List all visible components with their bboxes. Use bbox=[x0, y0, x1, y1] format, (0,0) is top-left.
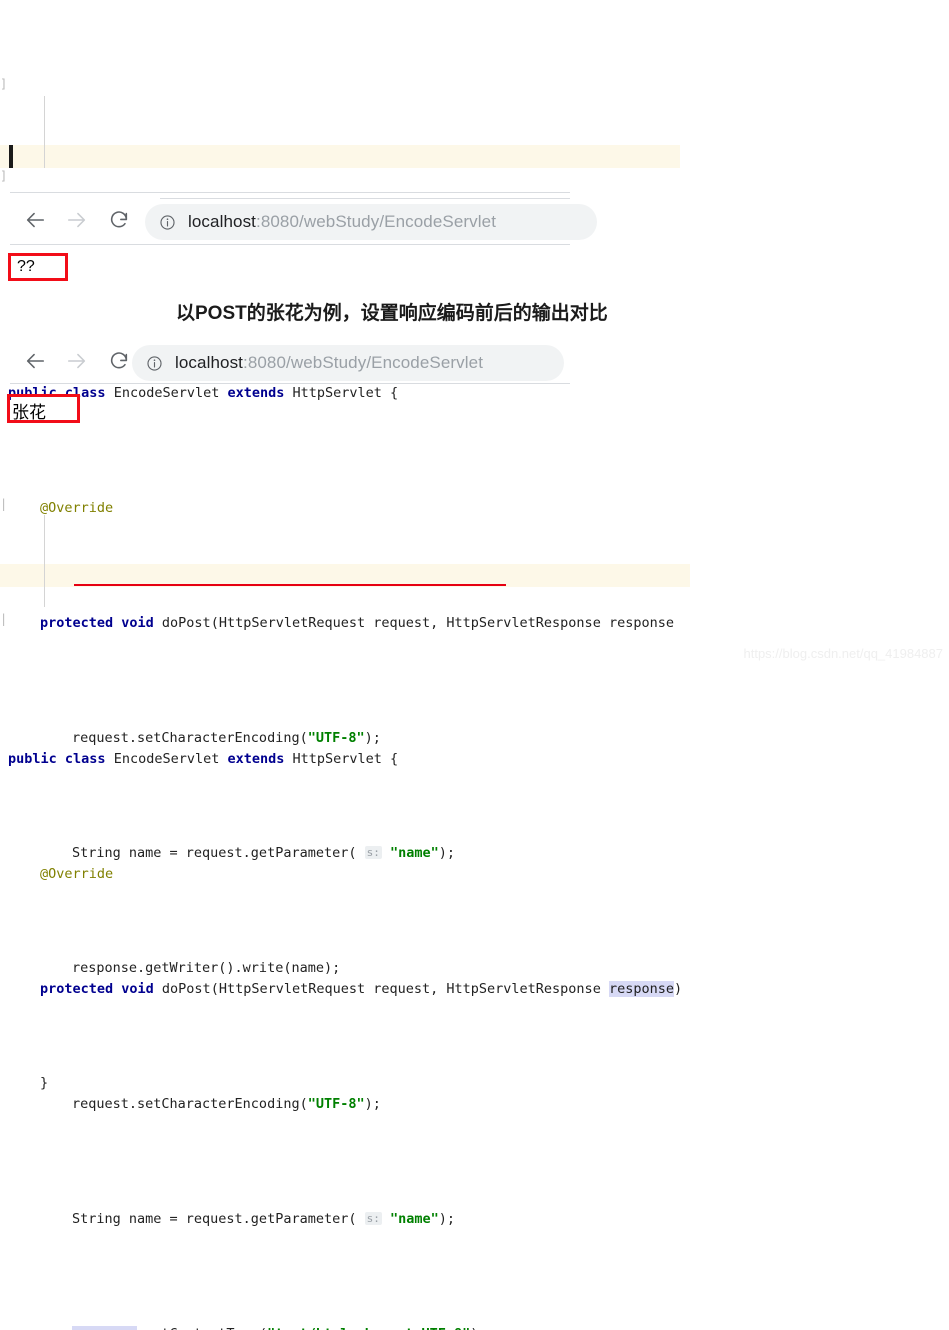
code-line: String name = request.getParameter( s: "… bbox=[0, 1208, 949, 1231]
code-token-selected: response bbox=[609, 981, 674, 997]
browser-top-divider-2 bbox=[160, 198, 570, 199]
reload-button[interactable] bbox=[102, 203, 136, 237]
code-line: protected void doPost(HttpServletRequest… bbox=[0, 978, 949, 1001]
page-info-icon[interactable] bbox=[146, 355, 163, 372]
code-line: public class EncodeServlet extends HttpS… bbox=[0, 748, 949, 771]
code-token-call: request.setCharacterEncoding( bbox=[72, 1096, 308, 1112]
fold-marker-icon[interactable]: ] bbox=[0, 165, 9, 188]
code-token-space bbox=[382, 1211, 390, 1227]
reload-icon bbox=[108, 350, 130, 372]
browser-output-after: 张花 bbox=[12, 398, 46, 423]
code-token-type: HttpServlet { bbox=[293, 751, 399, 767]
back-arrow-icon bbox=[24, 350, 46, 372]
code-token-selected: response bbox=[72, 1326, 137, 1330]
address-bar-before[interactable]: localhost:8080/webStudy/EncodeServlet bbox=[145, 204, 597, 240]
code-token-call: .setContentType( bbox=[137, 1326, 267, 1330]
browser-nav-row bbox=[18, 344, 136, 378]
code-token-punct: ) bbox=[674, 981, 682, 997]
code-token-type: EncodeServlet bbox=[114, 751, 228, 767]
code-line-highlight-band bbox=[0, 145, 680, 168]
code-line: request.setCharacterEncoding("UTF-8"); bbox=[0, 1093, 949, 1116]
code-line: @Override bbox=[0, 863, 949, 886]
back-arrow-icon bbox=[24, 209, 46, 231]
reload-icon bbox=[108, 209, 130, 231]
address-bar-url: localhost:8080/webStudy/EncodeServlet bbox=[175, 353, 483, 373]
browser-top-divider bbox=[10, 192, 570, 193]
browser-window-after: localhost:8080/webStudy/EncodeServlet bbox=[0, 335, 570, 393]
browser-nav-row bbox=[18, 203, 136, 237]
red-underline-marker bbox=[74, 584, 506, 586]
code-token-signature: doPost(HttpServletRequest request, HttpS… bbox=[162, 981, 609, 997]
code-line-highlighted: response.setContentType("text/html;chars… bbox=[0, 1323, 949, 1330]
code-token-string: "text/html;charset=UTF-8" bbox=[267, 1326, 470, 1330]
code-token-punct: ); bbox=[470, 1326, 486, 1330]
browser-bottom-divider bbox=[10, 244, 570, 245]
code-token-punct: ); bbox=[365, 1096, 381, 1112]
back-button[interactable] bbox=[18, 344, 52, 378]
indent-guide bbox=[44, 515, 45, 607]
fold-marker-icon[interactable]: ] bbox=[0, 73, 9, 96]
code-token-keyword: extends bbox=[227, 751, 292, 767]
page-info-icon[interactable] bbox=[159, 214, 176, 231]
code-block-after: | | public class EncodeServlet extends H… bbox=[0, 449, 949, 1330]
back-button[interactable] bbox=[18, 203, 52, 237]
browser-window-before: localhost:8080/webStudy/EncodeServlet bbox=[0, 186, 600, 246]
code-token-punct: ); bbox=[439, 1211, 455, 1227]
code-token-keyword: protected void bbox=[40, 981, 162, 997]
url-path: :8080/webStudy/EncodeServlet bbox=[256, 212, 496, 231]
forward-arrow-icon bbox=[66, 209, 88, 231]
code-token-annotation: @Override bbox=[40, 866, 113, 882]
figure-caption: 以POST的张花为例，设置响应编码前后的输出对比 bbox=[176, 298, 608, 325]
editor-caret bbox=[9, 145, 13, 168]
code-token-call: String name = request.getParameter( bbox=[72, 1211, 365, 1227]
forward-button[interactable] bbox=[60, 203, 94, 237]
watermark: https://blog.csdn.net/qq_41984887 bbox=[744, 646, 944, 661]
url-path: :8080/webStudy/EncodeServlet bbox=[243, 353, 483, 372]
indent-guide bbox=[44, 96, 45, 168]
code-token-keyword: class bbox=[65, 751, 114, 767]
code-token-string: "name" bbox=[390, 1211, 439, 1227]
url-host: localhost bbox=[188, 212, 256, 231]
fold-marker-icon[interactable]: | bbox=[0, 493, 9, 516]
browser-bottom-divider bbox=[10, 383, 570, 384]
reload-button[interactable] bbox=[102, 344, 136, 378]
address-bar-url: localhost:8080/webStudy/EncodeServlet bbox=[188, 212, 496, 232]
info-circle-icon bbox=[146, 355, 163, 372]
fold-marker-icon[interactable]: | bbox=[0, 608, 9, 631]
url-host: localhost bbox=[175, 353, 243, 372]
parameter-hint: s: bbox=[365, 1212, 382, 1225]
forward-button[interactable] bbox=[60, 344, 94, 378]
info-circle-icon bbox=[159, 214, 176, 231]
browser-output-before: ?? bbox=[17, 258, 35, 276]
code-token-string: "UTF-8" bbox=[308, 1096, 365, 1112]
code-token-keyword: public bbox=[8, 751, 65, 767]
address-bar-after[interactable]: localhost:8080/webStudy/EncodeServlet bbox=[132, 345, 564, 381]
forward-arrow-icon bbox=[66, 350, 88, 372]
